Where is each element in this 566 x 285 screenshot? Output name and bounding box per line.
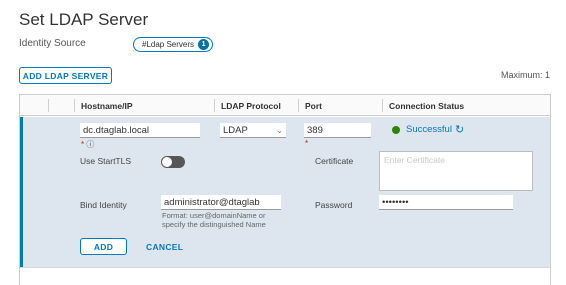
identity-source-label: Identity Source [19, 38, 86, 49]
refresh-icon[interactable]: ↻ [455, 123, 464, 136]
password-input[interactable]: •••••••• [379, 195, 513, 210]
certificate-label: Certificate [315, 156, 354, 166]
ldap-protocol-value: LDAP [223, 124, 248, 136]
add-ldap-server-button[interactable]: ADD LDAP SERVER [19, 67, 112, 84]
column-separator [48, 99, 49, 112]
starttls-toggle[interactable] [161, 156, 185, 168]
required-mark: * [305, 139, 309, 148]
page-title: Set LDAP Server [19, 10, 149, 29]
bind-identity-label: Bind Identity [80, 200, 127, 210]
info-icon[interactable]: ⓘ [86, 140, 94, 149]
row-divider [20, 267, 550, 268]
column-header-port[interactable]: Port [299, 95, 322, 116]
grid-header: Hostname/IP LDAP Protocol Port Connectio… [20, 95, 550, 116]
ldap-server-edit-row: dc.dtaglab.local * ⓘ LDAP ⌄ 389 * Succes… [20, 117, 550, 267]
column-header-hostname[interactable]: Hostname/IP [75, 95, 133, 116]
connection-status: Successful ↻ [392, 123, 464, 136]
toggle-knob [162, 157, 172, 167]
identity-source-count-badge: 1 [198, 39, 210, 50]
column-header-connection-status[interactable]: Connection Status [383, 95, 464, 116]
connection-status-text: Successful [406, 124, 452, 135]
bind-identity-input[interactable]: administrator@dtaglab [161, 195, 281, 210]
ldap-server-grid: Hostname/IP LDAP Protocol Port Connectio… [19, 94, 551, 285]
required-mark: * ⓘ [81, 140, 95, 149]
column-header-protocol[interactable]: LDAP Protocol [215, 95, 281, 116]
status-dot-icon [392, 125, 400, 134]
port-input[interactable]: 389 [304, 123, 371, 138]
ldap-protocol-select[interactable]: LDAP ⌄ [220, 123, 286, 138]
cancel-button[interactable]: CANCEL [146, 242, 183, 252]
starttls-label: Use StartTLS [80, 156, 132, 166]
certificate-textarea[interactable]: Enter Certificate [379, 151, 533, 191]
chevron-down-icon: ⌄ [276, 125, 283, 135]
add-button[interactable]: ADD [80, 238, 127, 255]
hostname-input[interactable]: dc.dtaglab.local [80, 123, 200, 138]
maximum-label: Maximum: 1 [500, 70, 550, 80]
identity-source-value: #Ldap Servers [142, 40, 195, 49]
bind-identity-hint: Format: user@domainName or specify the d… [162, 211, 266, 229]
password-label: Password [315, 200, 353, 210]
identity-source-chip[interactable]: #Ldap Servers 1 [133, 37, 214, 52]
